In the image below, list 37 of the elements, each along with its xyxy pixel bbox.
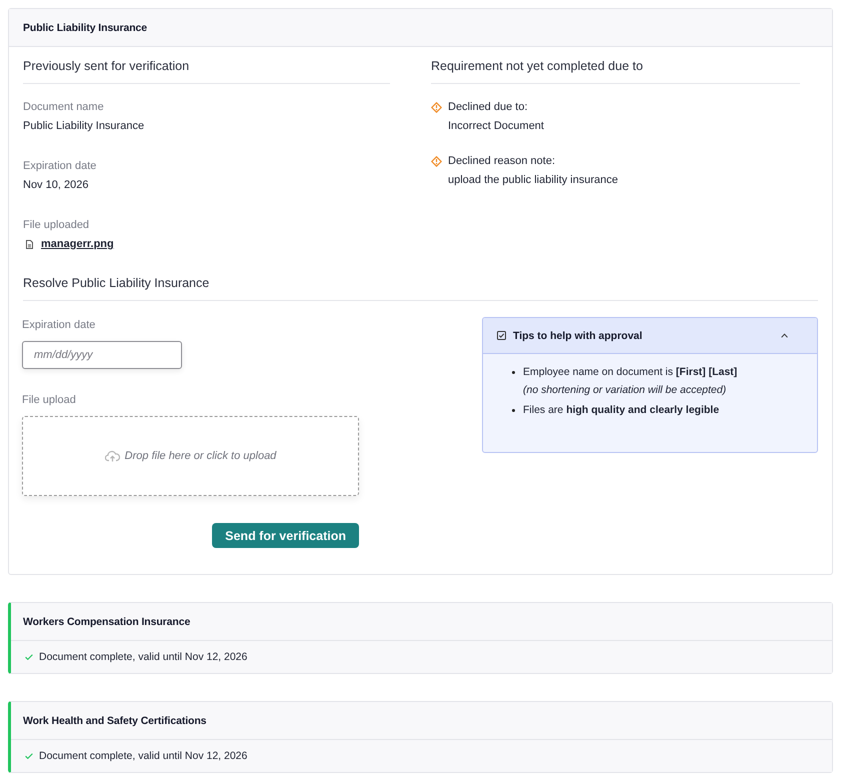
file-link[interactable]: managerr.png <box>41 236 114 252</box>
issue-label: Declined reason note: <box>448 154 556 169</box>
upload-prompt: Drop file here or click to upload <box>124 450 276 462</box>
card-title: Workers Compensation Insurance <box>23 616 190 628</box>
card-title: Work Health and Safety Certifications <box>23 714 206 726</box>
section-heading: Requirement not yet completed due to <box>431 57 800 84</box>
field-label: Document name <box>23 100 105 115</box>
status-text: Document complete, valid until Nov 12, 2026 <box>39 750 248 762</box>
file-icon <box>26 240 33 248</box>
tip-text: Employee name on document is [First] [Last] <box>523 365 738 380</box>
section-heading: Previously sent for verification <box>23 57 390 84</box>
section-heading: Resolve Public Liability Insurance <box>23 274 818 301</box>
issue-label: Declined due to: <box>448 100 528 115</box>
check-icon <box>25 654 33 660</box>
send-for-verification-button[interactable]: Send for verification <box>212 523 359 548</box>
field-value: Public Liability Insurance <box>23 119 146 134</box>
warning-diamond-icon <box>431 102 442 113</box>
tip-text: Files are high quality and clearly legible <box>523 403 720 418</box>
bullet-icon <box>512 371 515 374</box>
card-title: Public Liability Insurance <box>23 22 148 34</box>
warning-diamond-icon <box>431 156 442 167</box>
tips-toggle[interactable]: Tips to help with approval <box>483 318 817 354</box>
status-text: Document complete, valid until Nov 12, 2026 <box>39 651 248 663</box>
bullet-icon <box>512 409 515 412</box>
check-icon <box>25 753 33 759</box>
tip-note: (no shortening or variation will be accepted) <box>523 383 728 398</box>
issue-value: upload the public liability insurance <box>448 173 618 188</box>
field-label: Expiration date <box>22 318 96 333</box>
cloud-upload-icon <box>104 450 120 462</box>
file-drop-zone[interactable]: Drop file here or click to upload <box>22 416 359 496</box>
field-label: Expiration date <box>23 159 98 174</box>
date-input[interactable]: mm/dd/yyyy <box>22 341 182 369</box>
field-label: File uploaded <box>23 218 90 233</box>
field-value: Nov 10, 2026 <box>23 178 90 193</box>
checkbox-icon <box>497 331 506 340</box>
field-label: File upload <box>22 393 77 408</box>
issue-value: Incorrect Document <box>448 119 544 134</box>
